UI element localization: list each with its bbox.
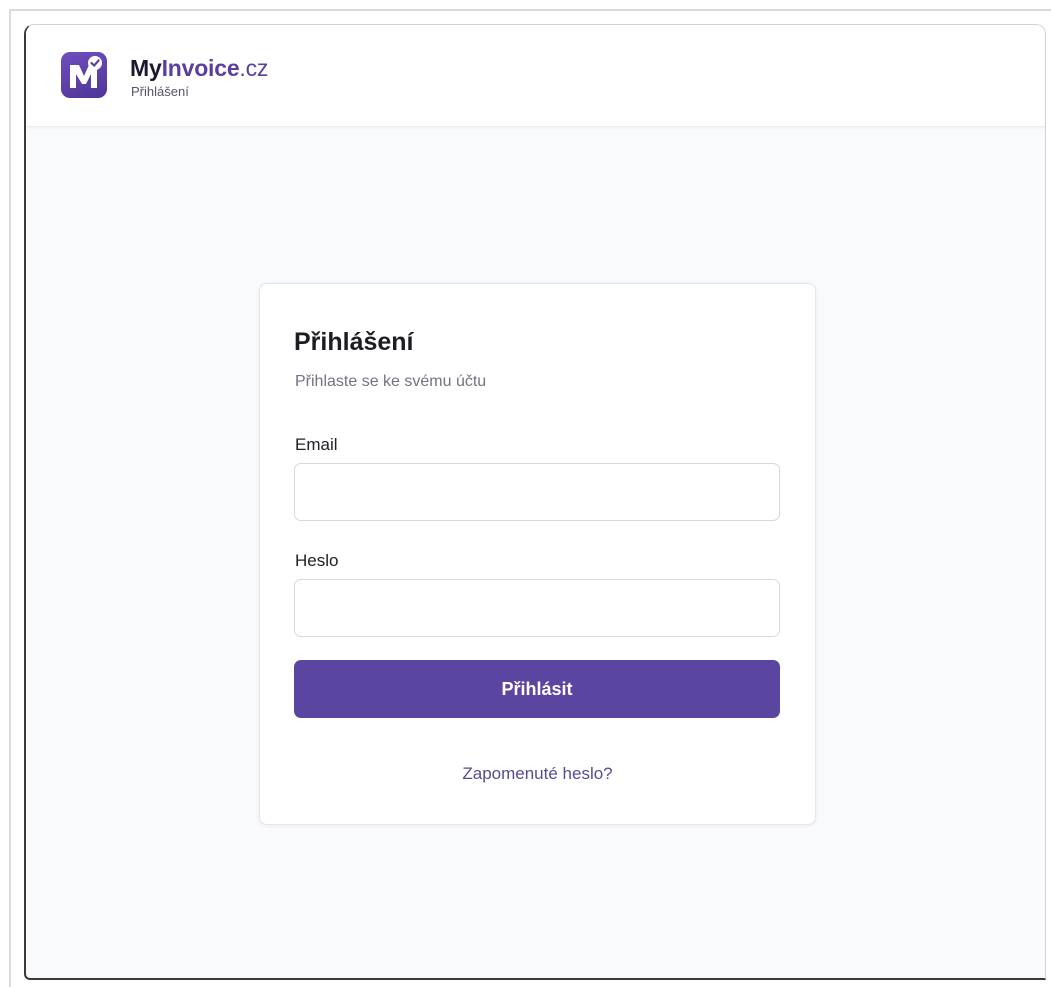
brand-my: My [130,55,162,81]
app-window: MyInvoice.cz Přihlášení Přihlášení Přihl… [24,24,1046,980]
brand-tld: .cz [239,55,269,81]
login-title: Přihlášení [294,328,414,356]
forgot-password-link[interactable]: Zapomenuté heslo? [260,764,815,784]
brand-invoice: Invoice [161,55,240,81]
header-page-subtitle: Přihlášení [131,84,189,99]
email-input[interactable] [294,463,780,521]
app-header: MyInvoice.cz Přihlášení [26,25,1045,127]
email-label: Email [295,435,338,454]
login-submit-button[interactable]: Přihlásit [294,660,780,718]
password-input[interactable] [294,579,780,637]
m-checkmark-logo-icon[interactable] [61,52,107,98]
brand-name[interactable]: MyInvoice.cz [130,55,268,81]
password-label: Heslo [295,551,339,570]
login-card: Přihlášení Přihlaste se ke svému účtu Em… [259,283,816,825]
login-subtitle: Přihlaste se ke svému účtu [295,373,487,390]
